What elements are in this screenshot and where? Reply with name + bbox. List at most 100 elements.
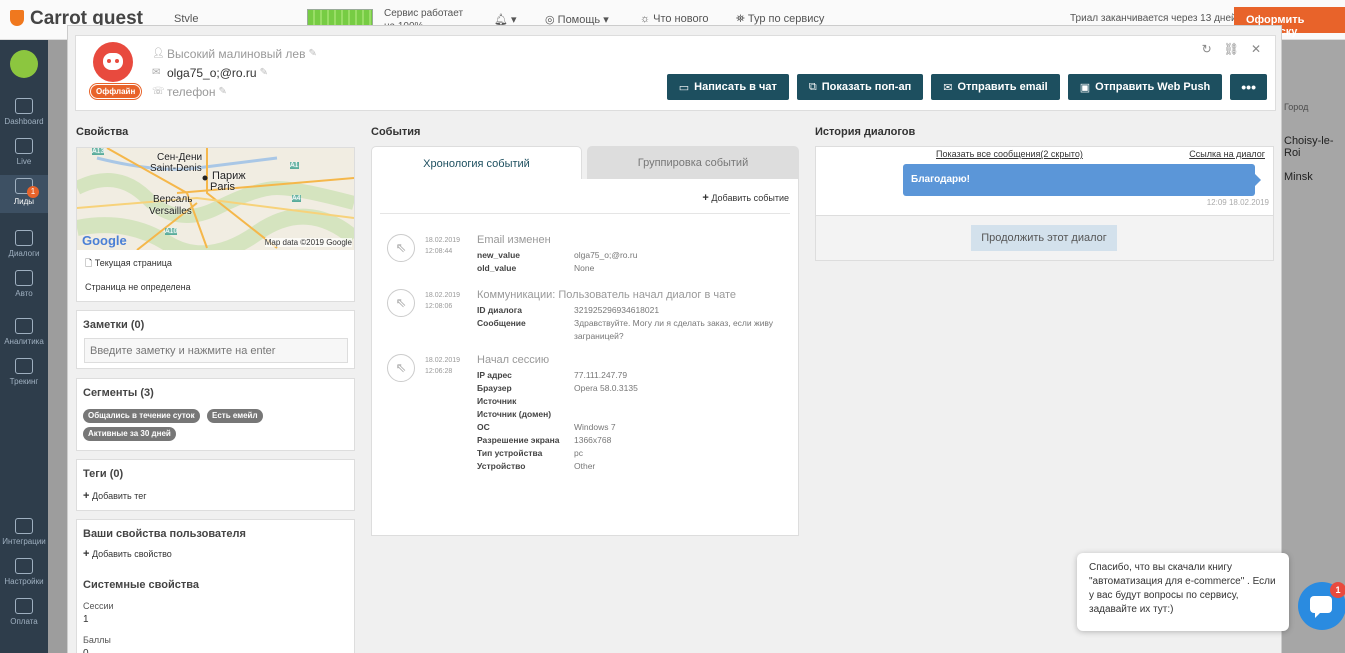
map-label: Paris	[210, 181, 236, 193]
refresh-icon[interactable]: ↻	[1202, 42, 1212, 56]
sidebar-item-tracking[interactable]: Трекинг	[0, 358, 48, 386]
close-icon[interactable]: ✕	[1251, 42, 1261, 56]
sidebar-item-analytics[interactable]: Аналитика	[0, 318, 48, 346]
map-credit: Map data ©2019 Google	[264, 238, 352, 247]
system-properties-title: Системные свойства	[83, 579, 199, 591]
message-time: 12:09 18.02.2019	[1206, 198, 1269, 207]
prop-value: 77.111.247.79	[574, 370, 628, 380]
sessions-value: 1	[83, 614, 89, 625]
sidebar-item-leads[interactable]: Лиды	[0, 175, 48, 213]
sidebar-label: Интеграции	[2, 537, 46, 546]
tab-grouping[interactable]: Группировка событий	[587, 146, 799, 180]
pencil-icon[interactable]: ✎	[308, 48, 316, 59]
event-date: 18.02.2019	[425, 357, 461, 364]
sidebar-label: Лиды	[13, 197, 35, 206]
pencil-icon[interactable]: ✎	[260, 67, 268, 78]
event-timestamp: 18.02.2019 12:08:06	[425, 290, 460, 312]
cursor-icon: ⇖	[387, 234, 415, 262]
lead-name: Высокий малиновый лев	[167, 46, 306, 61]
map-label: Версаль	[153, 194, 193, 205]
prop-key: ID диалога	[477, 305, 522, 315]
add-event-link[interactable]: + Добавить событие	[702, 192, 789, 204]
prop-value: 321925296934618021	[574, 305, 660, 315]
sidebar-item-live[interactable]: Live	[0, 138, 48, 166]
event-timestamp: 18.02.2019 12:08:44	[425, 235, 460, 257]
event-time: 12:08:06	[425, 303, 453, 310]
lead-name-row[interactable]: 👤︎ Высокий малиновый лев ✎	[152, 44, 317, 63]
add-tag-link[interactable]: + Добавить тег	[83, 490, 147, 502]
sidebar-item-dashboard[interactable]: Dashboard	[0, 98, 48, 126]
segment-chip[interactable]: Есть емейл	[207, 409, 263, 423]
write-chat-button[interactable]: ▭ Написать в чат	[666, 74, 789, 100]
sidebar-label: Настройки	[4, 577, 44, 586]
whats-new-link[interactable]: ☼ Что нового	[640, 13, 708, 25]
send-webpush-button[interactable]: ▣ Отправить Web Push	[1067, 74, 1223, 100]
sidebar-item-integrations[interactable]: Интеграции	[0, 518, 48, 546]
add-property-label: Добавить свойство	[91, 549, 172, 559]
event-title: Email изменен	[477, 234, 551, 246]
send-email-button[interactable]: ✉ Отправить email	[931, 74, 1060, 100]
envelope-icon: ✉	[943, 81, 953, 94]
prop-key: old_value	[477, 263, 517, 273]
project-selector[interactable]: Stvle	[174, 13, 198, 25]
show-popup-button[interactable]: ⧉ Показать поп-ап	[796, 74, 924, 100]
link-icon[interactable]: ⛓	[1224, 42, 1239, 56]
notes-card: Заметки (0) Введите заметку и нажмите на…	[76, 310, 355, 369]
prop-value: 1366x768	[574, 435, 612, 445]
lead-phone: телефон	[167, 84, 216, 99]
location-map[interactable]: Сен-Дени Saint-Denis Париж Paris Версаль…	[77, 148, 354, 250]
event-date: 18.02.2019	[425, 237, 461, 244]
live-icon	[15, 138, 33, 154]
current-page-label: 🗋︎ Текущая страница	[85, 256, 172, 272]
segment-chip[interactable]: Активные за 30 дней	[83, 427, 176, 441]
pencil-icon[interactable]: ✎	[219, 86, 227, 97]
lead-email-row[interactable]: ✉ olga75_o;@ro.ru ✎	[152, 63, 317, 82]
segment-chip[interactable]: Общались в течение суток	[83, 409, 200, 423]
tags-card: Теги (0) + Добавить тег	[76, 459, 355, 511]
points-label: Баллы	[83, 635, 111, 645]
note-input[interactable]: Введите заметку и нажмите на enter	[84, 338, 348, 363]
segments-title: Сегменты (3)	[83, 387, 154, 399]
add-property-link[interactable]: + Добавить свойство	[83, 548, 172, 560]
google-logo: Google	[82, 233, 127, 248]
prop-value: olga75_o;@ro.ru	[574, 250, 638, 260]
sidebar-item-settings[interactable]: Настройки	[0, 558, 48, 586]
map-label: Saint-Denis	[150, 163, 202, 174]
event-title: Коммуникации: Пользователь начал диалог …	[477, 289, 737, 301]
road-label: A10	[165, 228, 178, 235]
tab-timeline[interactable]: Хронология событий	[371, 146, 582, 180]
lead-phone-row[interactable]: ☏ телефон ✎	[152, 82, 317, 101]
message-bubble: Благодарю!	[903, 164, 1261, 196]
prop-value: Opera 58.0.3135	[574, 383, 638, 393]
plus-icon: +	[702, 192, 709, 204]
event-time: 12:06:28	[425, 368, 453, 375]
user-icon: 👤︎	[152, 48, 165, 59]
sidebar-label: Авто	[15, 289, 33, 298]
sidebar-item-auto[interactable]: Авто	[0, 270, 48, 298]
prop-key: new_value	[477, 250, 520, 260]
map-label: Сен-Дени	[157, 152, 203, 163]
event-time: 12:08:44	[425, 248, 453, 255]
envelope-icon: ✉	[152, 67, 161, 78]
integrations-icon	[15, 518, 33, 534]
sidebar-label: Dashboard	[4, 117, 44, 126]
sidebar-item-dialogs[interactable]: Диалоги	[0, 230, 48, 258]
event-title: Начал сессию	[477, 354, 550, 366]
dialog-history-panel: Показать все сообщения(2 скрыто) Ссылка …	[815, 146, 1274, 261]
show-all-messages-link[interactable]: Показать все сообщения(2 скрыто)	[936, 149, 1083, 159]
prop-value: Windows 7	[574, 422, 616, 432]
sidebar-item-billing[interactable]: Оплата	[0, 598, 48, 626]
divider	[380, 213, 790, 214]
current-page-value: Страница не определена	[85, 282, 191, 292]
auto-icon	[15, 270, 33, 286]
user-avatar[interactable]	[10, 50, 38, 78]
lead-identity: 👤︎ Высокий малиновый лев ✎ ✉ olga75_o;@ro.r…	[152, 44, 317, 101]
continue-dialog-button[interactable]: Продолжить этот диалог	[971, 225, 1117, 251]
chat-widget-popup[interactable]: Спасибо, что вы скачали книгу "автоматиз…	[1077, 553, 1289, 631]
more-actions-button[interactable]: •••	[1230, 74, 1267, 100]
prop-key: Устройство	[477, 461, 526, 471]
button-label: Отправить Web Push	[1095, 81, 1211, 93]
popup-icon: ⧉	[808, 80, 817, 93]
dialog-link[interactable]: Ссылка на диалог	[1189, 149, 1265, 159]
app-sidebar: Dashboard Live Лиды Диалоги Авто Аналити…	[0, 40, 48, 653]
